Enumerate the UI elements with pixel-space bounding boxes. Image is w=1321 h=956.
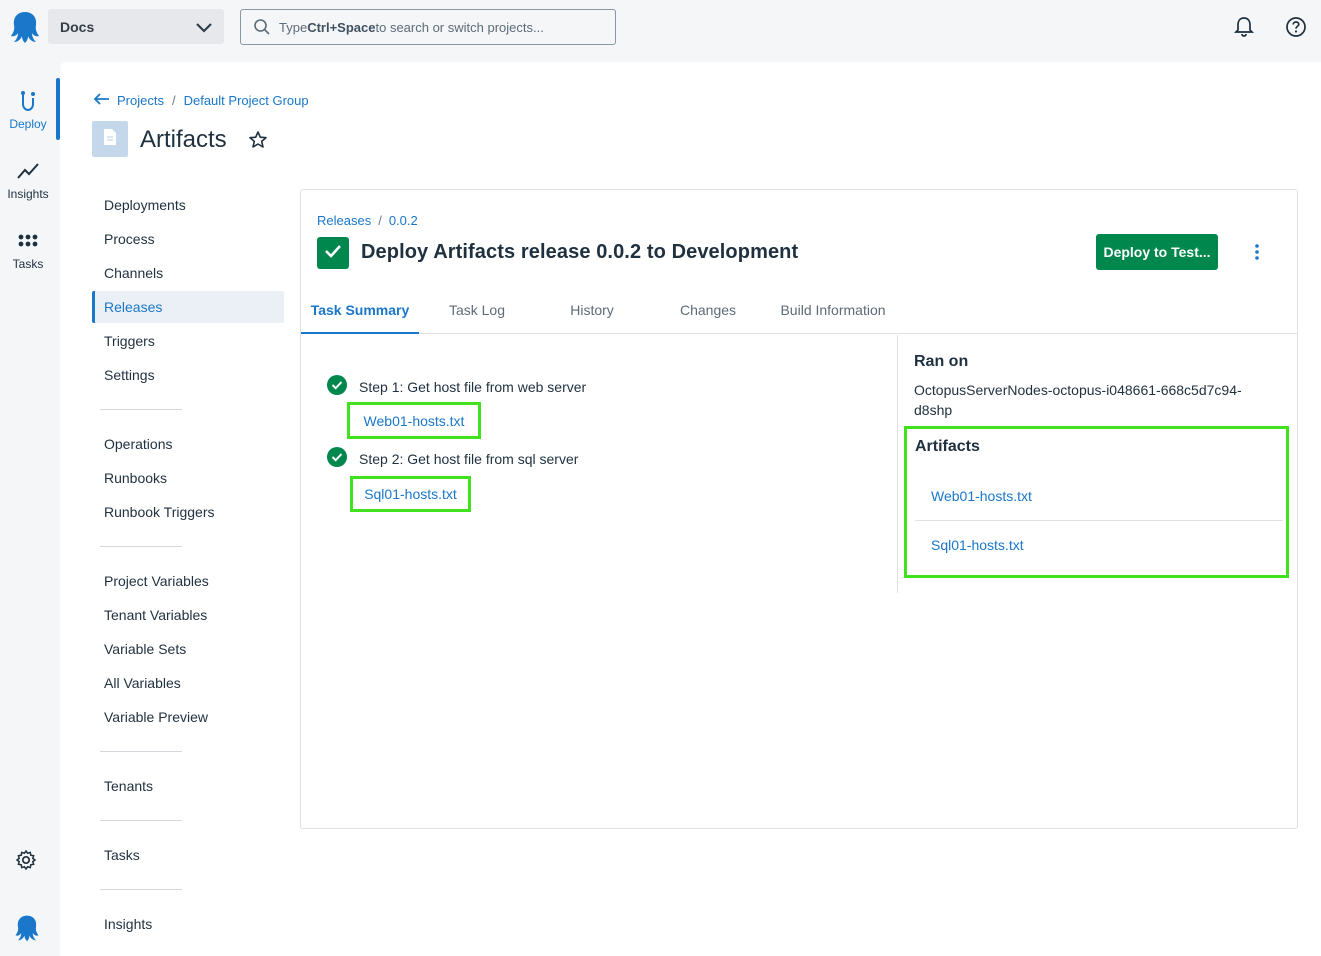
breadcrumb-group-link[interactable]: Default Project Group [184, 93, 309, 108]
rail-item-label: Deploy [9, 117, 47, 131]
space-name: Docs [60, 18, 95, 35]
tab-build-information[interactable]: Build Information [771, 294, 895, 334]
breadcrumb-version-link[interactable]: 0.0.2 [389, 213, 418, 228]
tab-changes[interactable]: Changes [663, 294, 753, 334]
rail-item-insights[interactable]: Insights [0, 160, 56, 201]
nav-item-releases[interactable]: Releases [92, 291, 284, 323]
help-icon[interactable] [1285, 16, 1307, 43]
nav-item-channels[interactable]: Channels [92, 257, 284, 289]
space-selector[interactable]: Docs [48, 9, 224, 44]
ran-on-value: OctopusServerNodes-octopus-i048661-668c5… [914, 382, 1242, 418]
deploy-icon [0, 90, 56, 115]
nav-divider [100, 889, 182, 890]
nav-item-project-variables[interactable]: Project Variables [92, 565, 284, 597]
breadcrumb-projects-link[interactable]: Projects [117, 93, 164, 108]
task-step: Step 1: Get host file from web server [327, 375, 586, 398]
artifacts-panel: Artifacts Web01-hosts.txt Sql01-hosts.tx… [904, 426, 1289, 578]
nav-item-all-variables[interactable]: All Variables [92, 667, 284, 699]
nav-item-insights[interactable]: Insights [92, 908, 284, 940]
release-tabs: Task Summary Task Log History Changes Bu… [301, 294, 1297, 334]
nav-item-variable-sets[interactable]: Variable Sets [92, 633, 284, 665]
octopus-logo-icon[interactable] [8, 8, 42, 46]
tab-history[interactable]: History [547, 294, 637, 334]
breadcrumb: Projects / Default Project Group [93, 92, 309, 109]
nav-item-variable-preview[interactable]: Variable Preview [92, 701, 284, 733]
rail-item-tasks[interactable]: Tasks [0, 230, 56, 271]
top-bar: Docs Type Ctrl+Space to search or switch… [0, 0, 1321, 54]
rail-item-label: Insights [7, 187, 49, 201]
artifact-link[interactable]: Web01-hosts.txt [931, 488, 1032, 504]
search-input[interactable]: Type Ctrl+Space to search or switch proj… [240, 9, 616, 45]
nav-item-process[interactable]: Process [92, 223, 284, 255]
summary-divider [897, 335, 898, 593]
breadcrumb-separator: / [171, 93, 176, 108]
nav-item-runbooks[interactable]: Runbooks [92, 462, 284, 494]
search-icon [253, 18, 271, 39]
tab-task-log[interactable]: Task Log [429, 294, 525, 334]
avatar[interactable] [13, 914, 41, 947]
nav-item-triggers[interactable]: Triggers [92, 325, 284, 357]
rail-item-deploy[interactable]: Deploy [0, 90, 56, 131]
release-title: Deploy Artifacts release 0.0.2 to Develo… [361, 241, 799, 263]
nav-divider [100, 820, 182, 821]
bell-icon[interactable] [1233, 16, 1255, 43]
nav-item-tasks[interactable]: Tasks [92, 839, 284, 871]
search-placeholder-suffix: to search or switch projects... [375, 19, 544, 35]
nav-divider [100, 546, 182, 547]
chart-line-icon [0, 160, 56, 185]
main-panel: Projects / Default Project Group Artifac… [60, 62, 1321, 956]
breadcrumb-separator: / [378, 213, 382, 228]
nav-item-runbook-triggers[interactable]: Runbook Triggers [92, 496, 284, 528]
step-artifact-link[interactable]: Sql01-hosts.txt [350, 476, 471, 512]
search-placeholder-prefix: Type [279, 19, 308, 35]
deploy-to-test-button[interactable]: Deploy to Test... [1096, 234, 1218, 270]
nav-item-tenant-variables[interactable]: Tenant Variables [92, 599, 284, 631]
project-logo [92, 121, 128, 157]
artifacts-heading: Artifacts [915, 438, 980, 455]
star-icon[interactable] [248, 130, 268, 155]
artifact-divider [915, 520, 1283, 521]
nav-item-deployments[interactable]: Deployments [92, 189, 284, 221]
success-status-badge [317, 237, 349, 269]
step-artifact-link[interactable]: Web01-hosts.txt [347, 402, 481, 439]
nav-divider [100, 409, 182, 410]
task-step: Step 2: Get host file from sql server [327, 447, 578, 470]
document-icon [103, 128, 117, 151]
gear-icon[interactable] [15, 849, 37, 876]
nav-divider [100, 751, 182, 752]
nav-item-operations[interactable]: Operations [92, 428, 284, 460]
release-breadcrumb: Releases / 0.0.2 [317, 213, 418, 228]
tab-task-summary[interactable]: Task Summary [301, 294, 419, 334]
check-circle-icon [327, 447, 347, 470]
tasks-grid-icon [0, 230, 56, 255]
search-placeholder-shortcut: Ctrl+Space [307, 19, 376, 35]
check-icon [323, 241, 343, 266]
release-card: Releases / 0.0.2 Deploy Artifacts release … [300, 189, 1298, 829]
check-circle-icon [327, 375, 347, 398]
left-rail: Deploy Insights Tasks [0, 54, 60, 956]
arrow-left-icon[interactable] [93, 92, 111, 109]
more-vertical-icon[interactable] [1247, 242, 1267, 267]
nav-item-tenants[interactable]: Tenants [92, 770, 284, 802]
chevron-down-icon [194, 17, 214, 40]
step-label: Step 2: Get host file from sql server [359, 450, 579, 467]
page-title: Artifacts [140, 126, 227, 153]
nav-item-settings[interactable]: Settings [92, 359, 284, 391]
ran-on-heading: Ran on [914, 353, 969, 370]
artifact-link[interactable]: Sql01-hosts.txt [931, 537, 1024, 553]
step-label: Step 1: Get host file from web server [359, 378, 587, 395]
rail-item-label: Tasks [12, 257, 44, 271]
breadcrumb-releases-link[interactable]: Releases [317, 213, 371, 228]
